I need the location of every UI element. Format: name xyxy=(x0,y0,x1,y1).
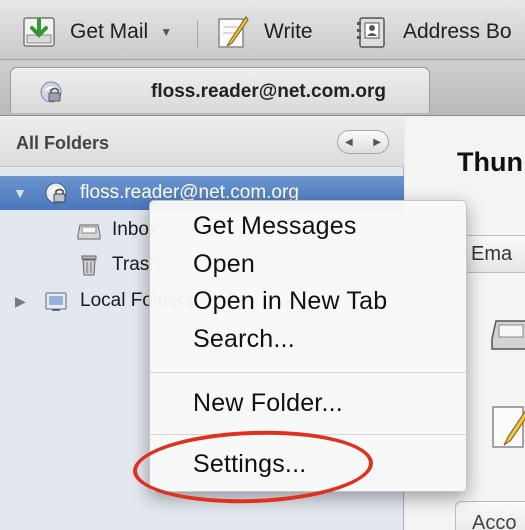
tab-bar: floss.reader@net.com.org xyxy=(0,60,525,116)
folder-pane-title: All Folders xyxy=(16,133,110,153)
write-icon xyxy=(218,15,249,48)
main-toolbar: Get Mail ▼ Write Address Bo xyxy=(0,0,525,60)
toolbar-divider xyxy=(197,20,198,48)
write-button[interactable]: Write xyxy=(216,14,313,50)
menu-item-new-folder[interactable]: New Folder... xyxy=(193,389,343,418)
account-icon xyxy=(45,182,67,204)
menu-item-get-messages[interactable]: Get Messages xyxy=(193,212,357,241)
address-book-icon xyxy=(357,17,385,48)
chevron-down-icon[interactable]: ▼ xyxy=(160,25,172,39)
write-label: Write xyxy=(264,20,313,43)
address-book-button[interactable]: Address Bo xyxy=(355,14,512,50)
folder-view-switcher[interactable]: ◀ ▶ xyxy=(337,130,389,154)
get-mail-label: Get Mail xyxy=(70,20,149,43)
menu-item-search[interactable]: Search... xyxy=(193,325,295,354)
menu-separator xyxy=(150,372,466,373)
menu-item-open[interactable]: Open xyxy=(193,250,255,279)
tab-account-label: floss.reader@net.com.org xyxy=(151,81,386,102)
address-book-label: Address Bo xyxy=(403,20,512,43)
inbox-icon xyxy=(77,224,101,240)
expand-triangle-icon[interactable]: ▼ xyxy=(13,185,27,201)
email-button-label: Ema xyxy=(471,243,513,265)
menu-item-open-in-new-tab[interactable]: Open in New Tab xyxy=(193,287,387,316)
page-title: Thun xyxy=(457,147,523,177)
local-folders-icon xyxy=(45,292,67,311)
account-icon xyxy=(40,81,62,103)
accounts-button-label: Acco xyxy=(472,512,517,530)
read-messages-icon[interactable] xyxy=(490,315,525,351)
chevron-left-icon[interactable]: ◀ xyxy=(345,137,353,148)
get-mail-icon xyxy=(23,17,55,47)
accounts-button[interactable]: Acco xyxy=(455,501,525,530)
email-button[interactable]: Ema xyxy=(460,235,525,273)
trash-icon xyxy=(81,255,97,276)
write-icon[interactable] xyxy=(490,403,525,449)
get-mail-button[interactable]: Get Mail ▼ xyxy=(22,14,172,50)
expand-triangle-icon[interactable]: ▶ xyxy=(15,293,26,310)
tab-account[interactable]: floss.reader@net.com.org xyxy=(10,67,430,113)
chevron-right-icon[interactable]: ▶ xyxy=(373,137,381,148)
folder-pane-header: All Folders ◀ ▶ xyxy=(0,117,404,167)
